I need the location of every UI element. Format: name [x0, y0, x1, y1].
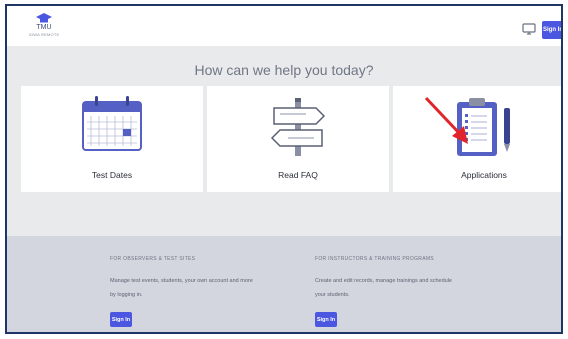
login-sections: FOR OBSERVERS & TEST SITES Manage test e…: [7, 236, 561, 332]
help-section: How can we help you today? Test Dates Re…: [7, 46, 561, 236]
graduation-cap-icon: [36, 13, 52, 23]
observers-description-line1: Manage test events, students, your own a…: [110, 278, 253, 284]
observers-sign-in-button[interactable]: Sign In: [110, 312, 132, 327]
instructors-section: FOR INSTRUCTORS & TRAINING PROGRAMS Crea…: [315, 256, 505, 327]
instructors-description-line2: your students.: [315, 292, 350, 298]
calendar-icon: [82, 96, 142, 151]
site-logo[interactable]: TMU IOWA REMOTE: [24, 13, 64, 37]
header-sign-in-button[interactable]: Sign In: [542, 21, 561, 39]
logo-subtitle: IOWA REMOTE: [28, 32, 60, 37]
card-label-test-dates: Test Dates: [91, 170, 133, 180]
observers-section: FOR OBSERVERS & TEST SITES Manage test e…: [110, 256, 300, 327]
app-window: TMU IOWA REMOTE Sign In How can we help …: [5, 4, 563, 334]
instructors-heading: FOR INSTRUCTORS & TRAINING PROGRAMS: [315, 256, 434, 262]
observers-heading: FOR OBSERVERS & TEST SITES: [110, 256, 196, 262]
card-applications[interactable]: Applications: [393, 86, 561, 192]
help-title: How can we help you today?: [194, 62, 374, 78]
observers-description-line2: by logging in.: [110, 292, 143, 298]
monitor-icon[interactable]: [522, 23, 536, 35]
card-test-dates[interactable]: Test Dates: [21, 86, 203, 192]
card-read-faq[interactable]: Read FAQ: [207, 86, 389, 192]
card-label-applications: Applications: [461, 170, 507, 180]
logo-name: TMU: [36, 24, 52, 31]
instructors-sign-in-button[interactable]: Sign In: [315, 312, 337, 327]
annotation-arrow-icon: [424, 96, 468, 144]
card-label-read-faq: Read FAQ: [278, 170, 318, 180]
top-bar: TMU IOWA REMOTE Sign In: [7, 6, 561, 46]
observers-description: Manage test events, students, your own a…: [110, 274, 300, 302]
instructors-description: Create and edit records, manage training…: [315, 274, 505, 302]
instructors-description-line1: Create and edit records, manage training…: [315, 278, 452, 284]
signpost-icon: [270, 98, 326, 156]
